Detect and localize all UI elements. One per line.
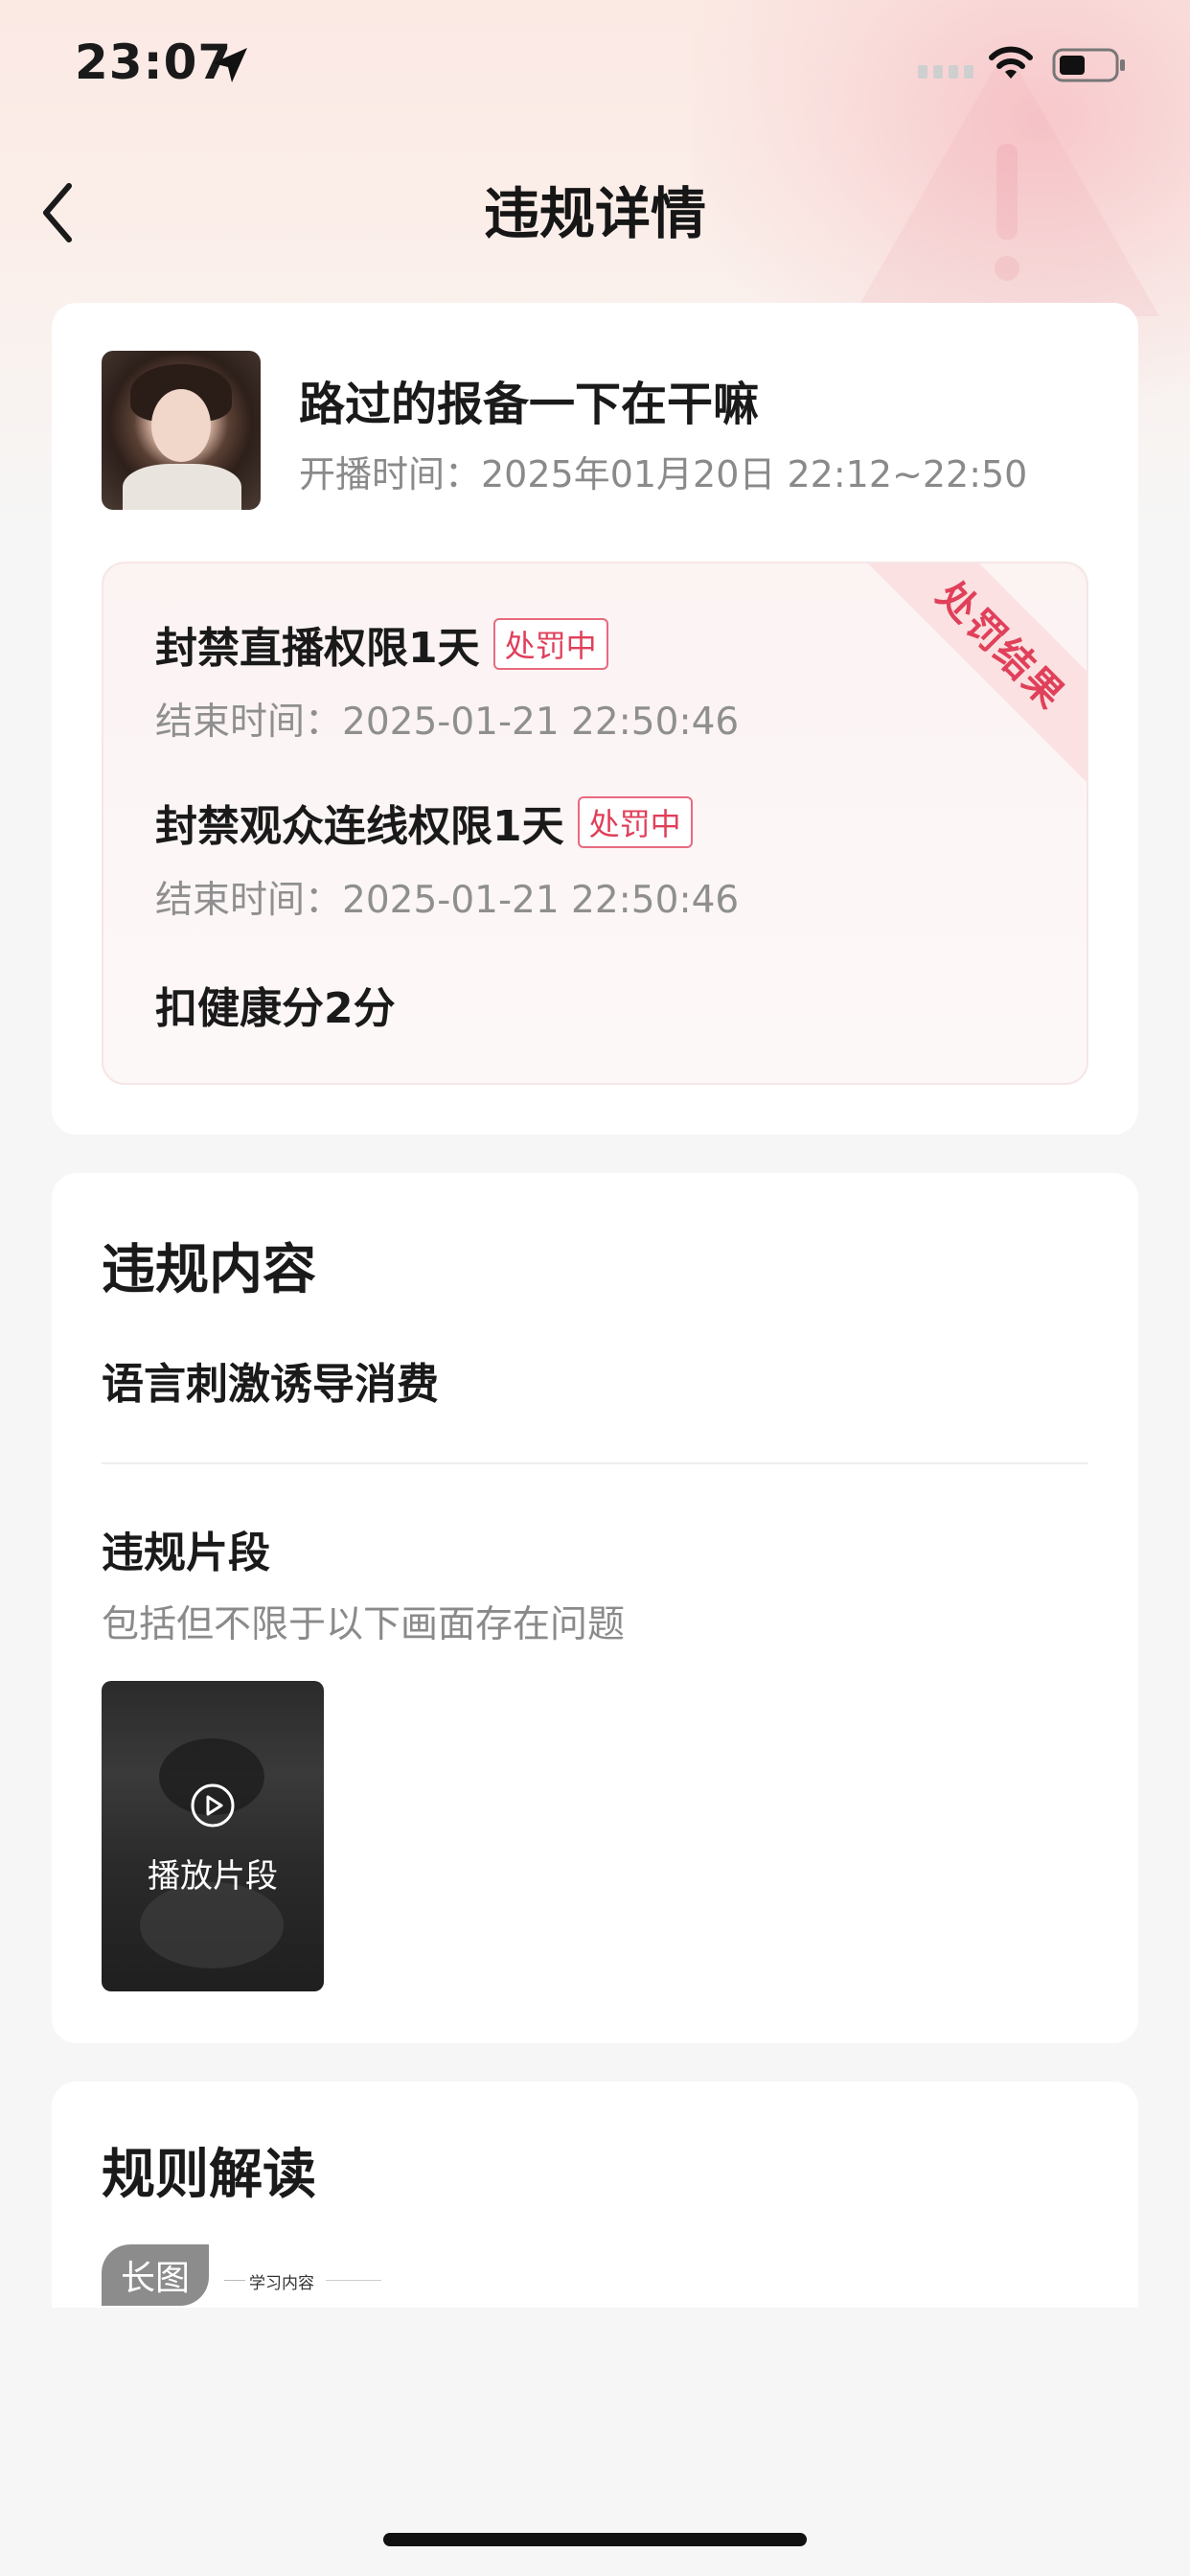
- violation-section-title: 违规内容: [102, 1239, 316, 1301]
- penalty-item-label: 封禁观众连线权限1天: [155, 802, 564, 851]
- violation-clip-title: 违规片段: [102, 1529, 270, 1577]
- violation-clip-description: 包括但不限于以下画面存在问题: [102, 1603, 626, 1646]
- status-badge: 处罚中: [577, 796, 693, 848]
- status-badge: 处罚中: [492, 618, 608, 670]
- play-icon: [191, 1783, 235, 1828]
- long-image-tag: 长图: [102, 2244, 209, 2306]
- cellular-signal-icon: [918, 65, 973, 79]
- penalty-result-box: 处罚结果 封禁直播权限1天 处罚中 结束时间：2025-01-21 22:50:…: [102, 562, 1088, 1085]
- wifi-icon: [989, 46, 1033, 79]
- battery-icon: [1052, 48, 1125, 82]
- play-clip-label: 播放片段: [148, 1857, 278, 1896]
- health-score-deduction: 扣健康分2分: [155, 984, 396, 1033]
- penalty-item-title: 封禁观众连线权限1天 处罚中: [155, 792, 693, 853]
- rules-section-title: 规则解读: [102, 2144, 316, 2206]
- study-content-label[interactable]: 学习内容: [249, 2269, 314, 2293]
- location-arrow-icon: [213, 48, 247, 82]
- penalty-end-time: 结束时间：2025-01-21 22:50:46: [155, 879, 740, 922]
- violation-content: 语言刺激诱导消费: [102, 1360, 439, 1409]
- penalty-card: 路过的报备一下在干嘛 开播时间：2025年01月20日 22:12~22:50 …: [52, 303, 1138, 1135]
- decorative-line: [224, 2280, 245, 2281]
- avatar: [102, 351, 261, 510]
- home-indicator: [383, 2533, 807, 2546]
- decorative-line: [326, 2280, 381, 2281]
- penalty-item-title: 封禁直播权限1天 处罚中: [155, 613, 608, 675]
- stream-time: 开播时间：2025年01月20日 22:12~22:50: [299, 453, 1028, 495]
- penalty-end-time: 结束时间：2025-01-21 22:50:46: [155, 701, 740, 744]
- page-title: 违规详情: [483, 181, 706, 246]
- play-clip-button[interactable]: 播放片段: [102, 1681, 324, 1991]
- divider: [102, 1462, 1088, 1464]
- penalty-result-ribbon: 处罚结果: [863, 564, 1087, 783]
- streamer-name: 路过的报备一下在干嘛: [299, 378, 760, 431]
- penalty-item-label: 封禁直播权限1天: [155, 624, 480, 673]
- rules-card: 规则解读 长图 学习内容: [52, 2082, 1138, 2308]
- violation-card: 违规内容 语言刺激诱导消费 违规片段 包括但不限于以下画面存在问题 播放片段: [52, 1173, 1138, 2043]
